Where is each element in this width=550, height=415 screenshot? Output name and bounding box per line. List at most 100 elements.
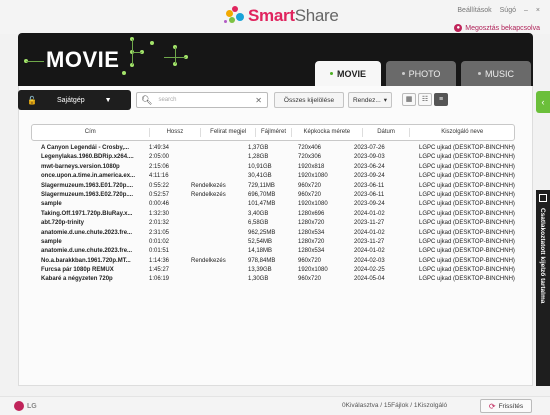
column-header-length[interactable]: Hossz (150, 128, 202, 137)
tab-bullet-icon (329, 72, 333, 75)
lg-circle-icon (14, 401, 24, 411)
cell-resolution: 960x720 (298, 191, 322, 198)
tab-label: MOVIE (336, 68, 366, 79)
table-row[interactable]: once.upon.a.time.in.america.ex... 4:11:16… (31, 172, 515, 181)
cell-title: anatomie.d.une.chute.2023.fre... (41, 248, 133, 255)
cell-date: 2023-09-24 (354, 201, 385, 208)
grid-view-icon[interactable]: ▦ (402, 93, 416, 106)
cell-date: 2024-02-25 (354, 267, 385, 274)
toolbar: 🔓 Sajátgép ▼ 🔍︎ search ✕ Összes kijelölé… (18, 90, 533, 110)
column-header-title[interactable]: Cím (32, 128, 150, 137)
cell-subtitle (191, 163, 246, 172)
column-header-date[interactable]: Dátum (363, 128, 411, 137)
connected-display-panel[interactable]: Csatlakoztatott kijelző tartalma (536, 190, 550, 386)
cell-server: LGPC ujkad (DESKTOP-BINCHNH) (419, 276, 515, 283)
tab-photo[interactable]: PHOTO (386, 61, 456, 86)
table-row[interactable]: abt.720p-trinity 2:01:32 6,58GB 1280x720 202… (31, 219, 515, 228)
cell-date: 2024-02-03 (354, 257, 385, 264)
column-header-subtitle[interactable]: Felirat megjel (201, 128, 257, 137)
column-header-resolution[interactable]: Képkocka mérete (292, 128, 363, 137)
list-detail-view-icon[interactable]: ☷ (418, 93, 432, 106)
table-row[interactable]: No.a.barakkban.1961.720p.MT... 1:14:36 Ren… (31, 257, 515, 266)
cell-resolution: 720x406 (298, 145, 322, 151)
cell-server: LGPC ujkad (DESKTOP-BINCHNH) (419, 182, 515, 189)
banner-line (132, 52, 142, 53)
cell-resolution: 1280x720 (298, 220, 325, 227)
cell-server: LGPC ujkad (DESKTOP-BINCHNH) (419, 257, 515, 264)
cell-length: 2:15:06 (149, 163, 170, 170)
cell-filesize: 14,18MB (248, 248, 273, 255)
cell-subtitle (191, 210, 246, 219)
cell-length: 0:52:57 (149, 191, 170, 198)
cell-length: 1:06:19 (149, 276, 170, 283)
list-view-icon[interactable]: ≡ (434, 93, 448, 106)
cell-length: 2:05:00 (149, 154, 170, 161)
cell-title: sample (41, 201, 62, 208)
cell-date: 2023-11-27 (354, 220, 385, 227)
table-row[interactable]: sample 0:00:46 101,47MB 1920x1080 2023-09-24… (31, 200, 515, 209)
tab-movie[interactable]: MOVIE (315, 61, 381, 86)
share-status-link[interactable]: ● Megosztás bekapcsolva (454, 24, 540, 32)
cell-length: 4:11:16 (149, 173, 169, 180)
table-row[interactable]: anatomie.d.une.chute.2023.fre... 0:01:51 1… (31, 247, 515, 256)
search-icon: 🔍︎ (141, 94, 153, 105)
cell-filesize: 962,25MB (248, 229, 276, 236)
cell-title: sample (41, 238, 62, 245)
logo-dots-icon (224, 6, 246, 26)
cell-length: 1:14:36 (149, 257, 170, 264)
column-header-filesize[interactable]: Fájlméret (256, 128, 292, 137)
cell-title: A Canyon Legendái - Crosby,... (41, 145, 130, 151)
cell-title: abt.720p-trinity (41, 220, 85, 227)
table-row[interactable]: Legenylakas.1960.BDRip.x264.... 2:05:00 1,… (31, 153, 515, 162)
table-row[interactable]: Kabaré a négyzeten 720p 1:06:19 1,30GB 960x… (31, 275, 515, 284)
close-button[interactable]: × (536, 7, 540, 14)
select-all-button[interactable]: Összes kijelölése (274, 92, 344, 108)
search-input[interactable]: search (158, 97, 176, 103)
table-header: Cím Hossz Felirat megjel Fájlméret Képko… (31, 124, 515, 141)
table-row[interactable]: sample 0:01:02 52,54MB 1280x720 2023-11-27 LG… (31, 238, 515, 247)
cell-filesize: 101,47MB (248, 201, 276, 208)
settings-link[interactable]: Beállítások (457, 7, 491, 14)
cell-subtitle (191, 200, 246, 209)
chevron-down-icon: ▼ (104, 96, 112, 104)
table-row[interactable]: Furcsa pár 1080p REMUX 1:45:27 13,39GB 1920… (31, 266, 515, 275)
cell-filesize: 1,37GB (248, 145, 269, 151)
cell-resolution: 720x306 (298, 154, 322, 161)
table-body: A Canyon Legendái - Crosby,... 1:49:34 1,3… (31, 144, 515, 285)
cell-title: Legenylakas.1960.BDRip.x264.... (41, 154, 134, 161)
tab-bullet-icon (401, 72, 405, 75)
cell-server: LGPC ujkad (DESKTOP-BINCHNH) (419, 220, 515, 227)
cell-length: 1:32:30 (149, 210, 170, 217)
help-link[interactable]: Súgó (500, 7, 516, 14)
lg-logo-text: LG (27, 402, 37, 410)
cell-subtitle (191, 247, 246, 256)
sort-dropdown[interactable]: Rendez... ▾ (348, 92, 392, 108)
column-header-server[interactable]: Kiszolgáló neve (410, 128, 514, 137)
tab-music[interactable]: MUSIC (461, 61, 531, 86)
sort-label: Rendez... (352, 96, 381, 104)
cell-server: LGPC ujkad (DESKTOP-BINCHNH) (419, 229, 515, 236)
cell-subtitle (191, 238, 246, 247)
table-row[interactable]: A Canyon Legendái - Crosby,... 1:49:34 1,3… (31, 144, 515, 153)
expand-panel-button[interactable]: ‹ (536, 91, 550, 113)
device-selector[interactable]: 🔓 Sajátgép ▼ (18, 90, 131, 110)
table-row[interactable]: Taking.Off.1971.720p.BluRay.x... 1:32:30 3… (31, 210, 515, 219)
table-row[interactable]: mwt-barneys.version.1080p 2:15:06 10,91GB 1… (31, 163, 515, 172)
tab-label: MUSIC (485, 68, 514, 79)
minimize-button[interactable]: – (524, 7, 528, 14)
cell-title: Furcsa pár 1080p REMUX (41, 267, 114, 274)
cell-server: LGPC ujkad (DESKTOP-BINCHNH) (419, 191, 515, 198)
tab-label: PHOTO (408, 68, 441, 79)
search-box[interactable]: 🔍︎ search ✕ (136, 92, 268, 108)
cell-server: LGPC ujkad (DESKTOP-BINCHNH) (419, 201, 515, 208)
table-row[interactable]: Slagermuzeum.1963.E02.720p.... 0:52:57 Ren… (31, 191, 515, 200)
cell-server: LGPC ujkad (DESKTOP-BINCHNH) (419, 248, 515, 255)
cell-filesize: 6,58GB (248, 220, 269, 227)
table-row[interactable]: Slagermuzeum.1963.E01.720p.... 0:55:22 Ren… (31, 182, 515, 191)
connected-display-label: Csatlakoztatott kijelző tartalma (539, 208, 546, 304)
clear-search-icon[interactable]: ✕ (255, 96, 262, 105)
table-row[interactable]: anatomie.d.une.chute.2023.fre... 2:31:05 9… (31, 229, 515, 238)
refresh-button[interactable]: ⟳ Frissítés (480, 399, 532, 413)
cell-title: Slagermuzeum.1963.E02.720p.... (41, 191, 134, 198)
share-icon: ● (454, 24, 463, 32)
